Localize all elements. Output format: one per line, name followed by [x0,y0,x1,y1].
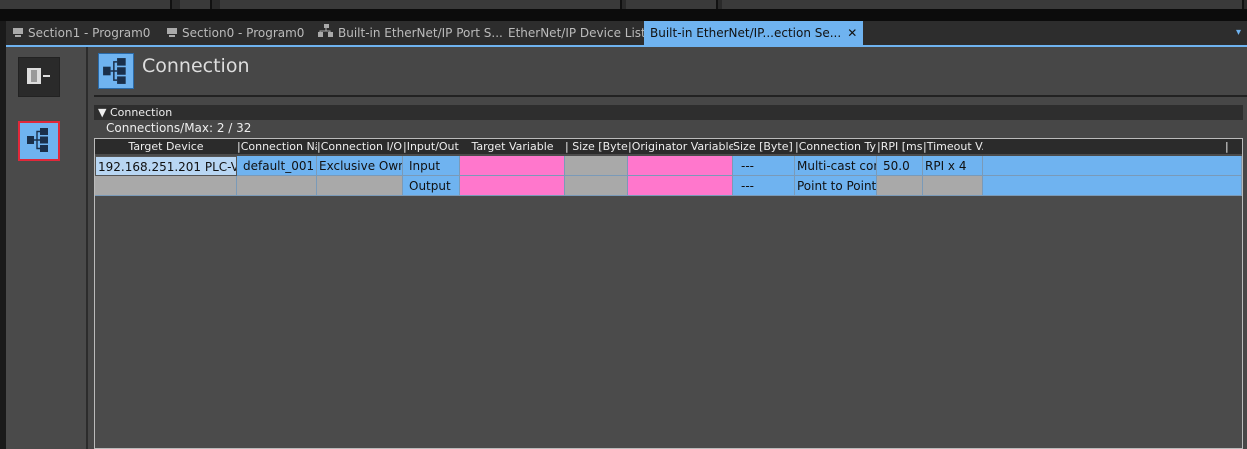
column-header-target-device[interactable]: Target Device [95,139,237,154]
window-separator [0,9,1247,21]
column-header-rpi[interactable]: |RPI [ms] [877,139,923,154]
strip-segment [0,0,172,9]
input-output-cell[interactable]: Output [403,176,460,196]
connection-type-cell[interactable]: Point to Point c [795,176,877,196]
close-icon[interactable]: ✕ [847,21,857,45]
tab-overflow-chevron-down-icon[interactable]: ▾ [1236,27,1241,38]
filler-cell [983,156,1242,176]
filler-cell [983,176,1242,196]
originator-variable-cell[interactable] [628,176,733,196]
target-device-cell[interactable]: 192.168.251.201 PLC-V8R/I [95,156,237,176]
connection-io-cell[interactable]: Exclusive Owner [317,156,403,176]
connections-count: Connections/Max: 2 / 32 [106,121,252,135]
column-header-connection-type[interactable]: |Connection Ty [795,139,877,154]
rpi-cell[interactable]: 50.0 [877,156,923,176]
top-strip [0,0,1247,9]
originator-size-cell: --- [733,156,795,176]
connection-name-cell[interactable]: default_001 [237,156,317,176]
tab-section0-program0[interactable]: Section0 - Program0 [166,21,304,45]
strip-segment [722,0,1244,9]
editor-area: Connection ▼ Connection Connections/Max:… [6,47,1247,449]
left-panel [6,47,88,449]
size-cell [565,176,628,196]
column-header-size[interactable]: | Size [Byte] [565,139,628,154]
tab-ethernetip-port-settings[interactable]: Built-in EtherNet/IP Port S... [318,21,503,45]
size-cell [565,156,628,176]
connection-tree-icon [26,127,52,156]
tab-section1-program0[interactable]: Section1 - Program0 [12,21,150,45]
tab-bar: Section1 - Program0 Section0 - Program0 … [6,21,1247,47]
timeout-cell [923,176,983,196]
connection-section-toggle[interactable]: ▼ Connection [94,105,1243,120]
tab-label: Built-in EtherNet/IP Port S... [338,26,503,40]
header-divider [94,95,1247,97]
target-device-cell [95,176,237,196]
column-header-target-variable[interactable]: Target Variable [460,139,565,154]
tab-label: Section0 - Program0 [182,26,305,40]
program-icon [166,22,178,46]
column-header-end: | [1225,140,1229,153]
strip-segment [626,0,718,9]
strip-segment [220,0,622,9]
tab-ethernetip-device-list[interactable]: EtherNet/IP Device List [508,21,646,45]
column-header-connection-io[interactable]: |Connection I/O [317,139,403,154]
connection-view-button[interactable] [18,121,60,161]
target-variable-cell[interactable] [460,176,565,196]
column-header-originator-size[interactable]: Size [Byte] [733,139,795,154]
connection-io-cell [317,176,403,196]
column-header-input-output[interactable]: |Input/Out| [403,139,460,154]
page-header: Connection [94,47,1247,97]
connection-name-cell [237,176,317,196]
program-icon [12,22,24,46]
originator-size-cell: --- [733,176,795,196]
tab-connection-settings[interactable]: Built-in EtherNet/IP...ection Se... ✕ [644,21,864,45]
column-header-originator-variable[interactable]: |Originator Variable| [628,139,733,154]
target-variable-cell[interactable] [460,156,565,176]
timeout-cell[interactable]: RPI x 4 [923,156,983,176]
rpi-cell [877,176,923,196]
page-title: Connection [142,55,250,77]
table-row[interactable]: 192.168.251.201 PLC-V8R/I default_001 Ex… [95,156,1242,176]
tab-label: Section1 - Program0 [28,26,151,40]
column-header-connection-name[interactable]: |Connection Nä [237,139,317,154]
strip-segment [180,0,212,9]
device-view-button[interactable] [18,57,60,97]
table-row[interactable]: Output --- Point to Point c [95,176,1242,196]
device-icon [26,67,52,88]
connection-tree-icon [98,53,134,89]
eip-icon [318,22,334,46]
table-header-row: Target Device |Connection Nä |Connection… [95,139,1242,154]
tab-label: EtherNet/IP Device List [508,26,646,40]
connection-table: Target Device |Connection Nä |Connection… [94,138,1243,449]
originator-variable-cell[interactable] [628,156,733,176]
input-output-cell[interactable]: Input [403,156,460,176]
connection-type-cell[interactable]: Multi-cast conn [795,156,877,176]
tab-label: Built-in EtherNet/IP...ection Se... [650,26,842,40]
column-header-timeout[interactable]: |Timeout V.| [923,139,983,154]
